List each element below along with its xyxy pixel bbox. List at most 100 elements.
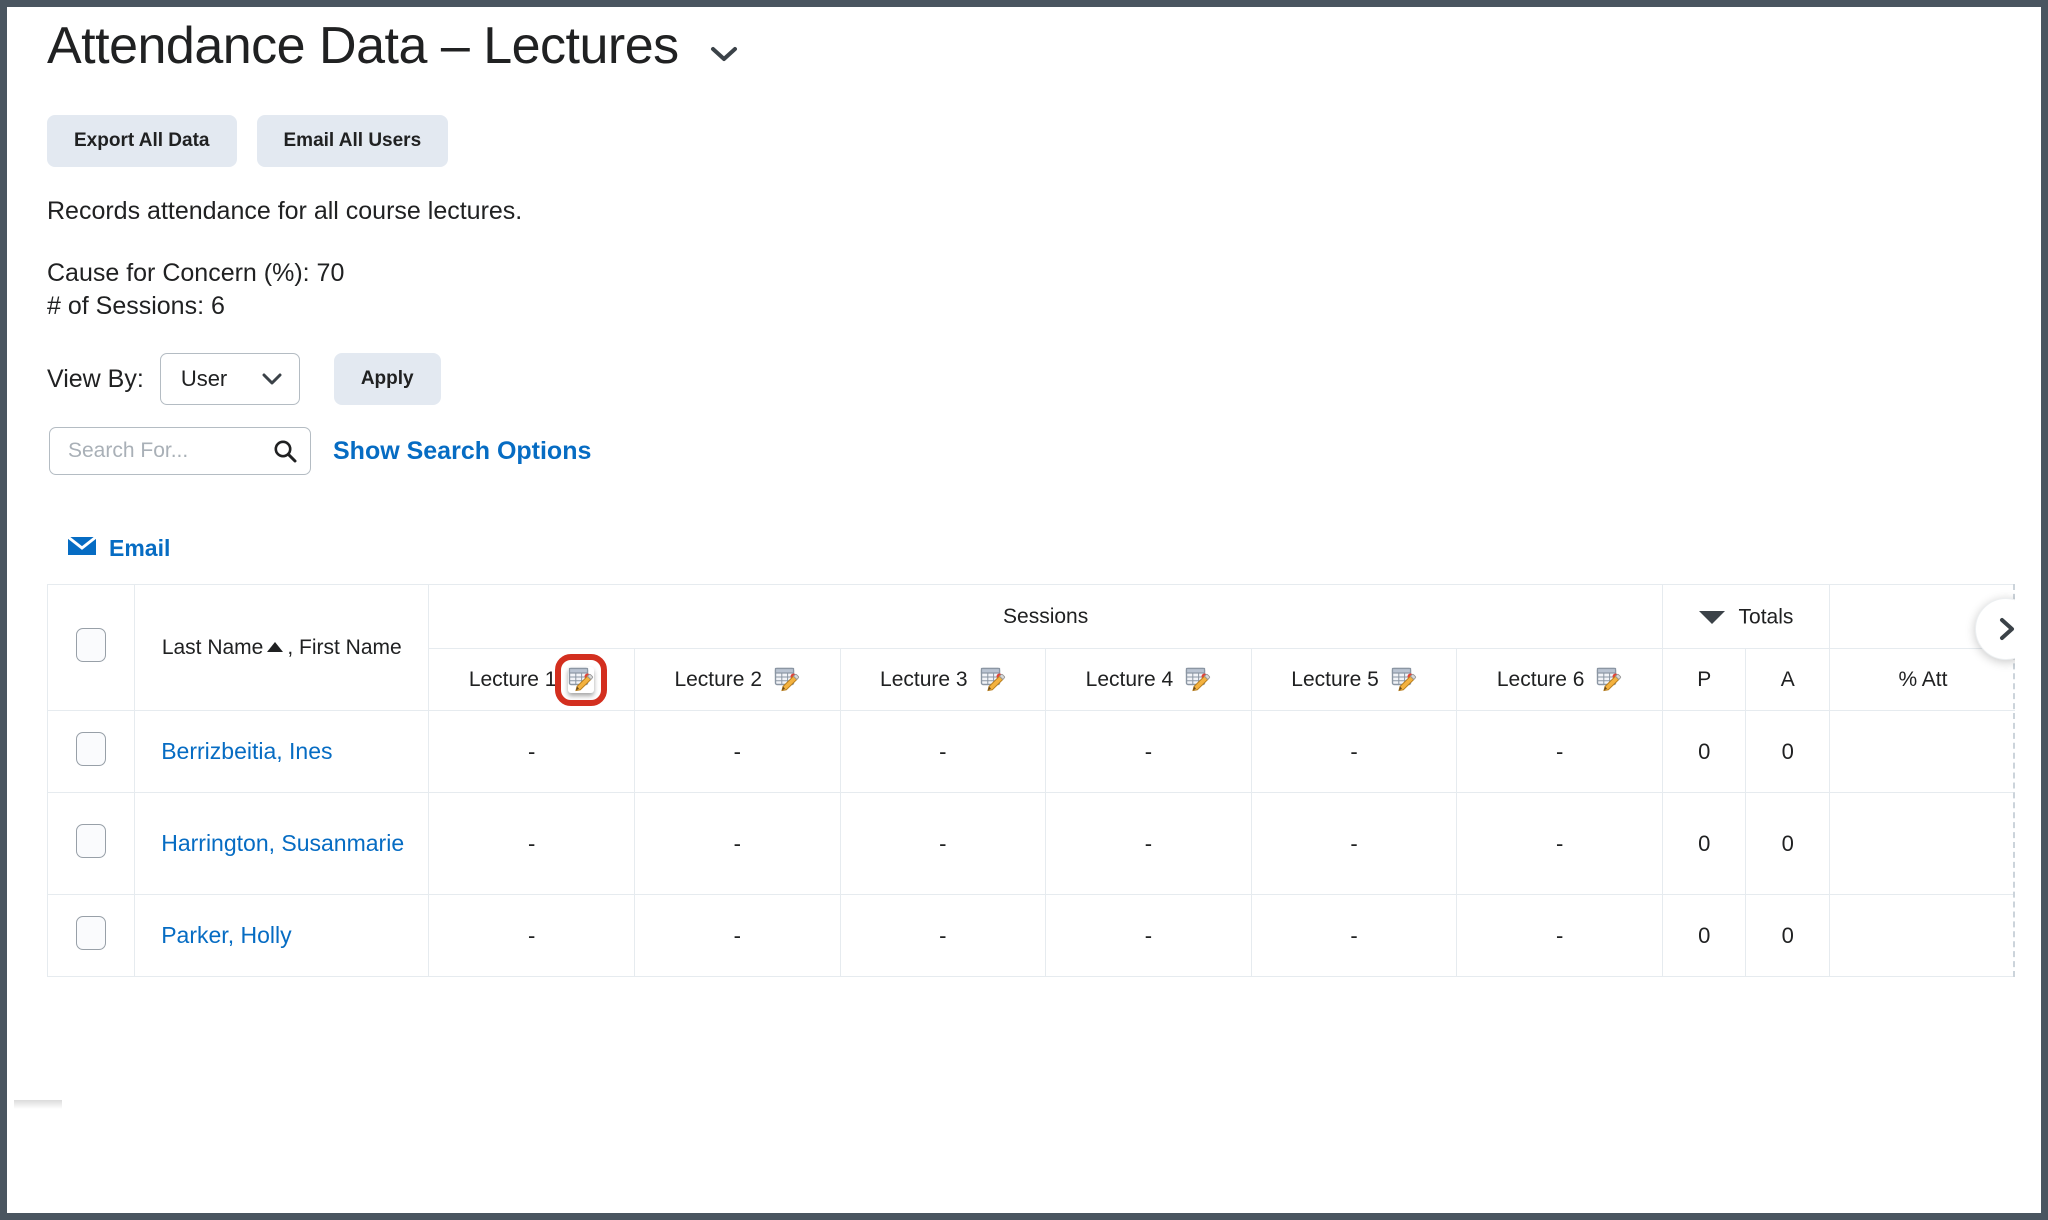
session-value-cell: - bbox=[1045, 894, 1252, 978]
total-a-cell: 0 bbox=[1745, 792, 1830, 896]
row-checkbox[interactable] bbox=[76, 823, 107, 858]
email-action-row: Email bbox=[7, 475, 2041, 562]
total-a-cell: 0 bbox=[1745, 710, 1830, 794]
session-column-header: Lecture 4 bbox=[1045, 648, 1252, 712]
session-header-inner: Lecture 4 bbox=[1086, 667, 1212, 693]
session-header-inner: Lecture 5 bbox=[1291, 667, 1417, 693]
attendance-percent-cell bbox=[1828, 710, 2015, 794]
triangle-down-icon[interactable] bbox=[1698, 610, 1725, 624]
session-value-cell: - bbox=[839, 792, 1047, 896]
table-row: Harrington, Susanmarie - - - - - -0 0 bbox=[47, 792, 2015, 896]
attendance-percent-cell bbox=[1828, 792, 2015, 896]
session-value-cell: - bbox=[428, 792, 635, 896]
session-header-inner: Lecture 6 bbox=[1497, 667, 1623, 693]
view-by-select[interactable]: User bbox=[159, 353, 300, 406]
row-select-cell bbox=[47, 894, 136, 978]
total-p-cell: 0 bbox=[1661, 710, 1747, 794]
view-by-selected-value: User bbox=[180, 366, 228, 392]
row-checkbox[interactable] bbox=[76, 915, 107, 950]
table-group-header-row: Last Name , First Name Sessions Totals bbox=[47, 584, 2015, 712]
chevron-down-icon[interactable] bbox=[707, 37, 741, 71]
session-value-cell: - bbox=[839, 710, 1047, 794]
sort-ascending-icon[interactable] bbox=[267, 642, 284, 653]
edit-session-icon[interactable] bbox=[774, 667, 800, 693]
totals-column-header: A bbox=[1745, 648, 1830, 712]
edit-session-icon[interactable] bbox=[555, 653, 608, 706]
session-value-cell: - bbox=[633, 894, 841, 978]
page-title: Attendance Data – Lectures bbox=[47, 17, 679, 75]
session-value-cell: - bbox=[1456, 894, 1663, 978]
session-column-header: Lecture 6 bbox=[1456, 648, 1663, 712]
session-value-cell: - bbox=[1250, 710, 1458, 794]
attendance-meta: Cause for Concern (%): 70 # of Sessions:… bbox=[7, 227, 2041, 323]
edit-session-icon[interactable] bbox=[1185, 667, 1211, 693]
edit-session-icon[interactable] bbox=[1596, 667, 1622, 693]
attendance-table: Last Name , First Name Sessions Totals Le… bbox=[47, 584, 2015, 978]
page-header: Attendance Data – Lectures bbox=[7, 7, 2041, 77]
user-name-link[interactable]: Parker, Holly bbox=[161, 922, 291, 948]
attendance-page: Attendance Data – Lectures Export All Da… bbox=[7, 7, 2041, 1213]
view-by-label: View By: bbox=[47, 364, 144, 393]
export-all-data-button[interactable]: Export All Data bbox=[47, 114, 237, 167]
row-checkbox[interactable] bbox=[76, 731, 107, 766]
show-search-options-link[interactable]: Show Search Options bbox=[333, 437, 591, 466]
envelope-icon bbox=[67, 535, 97, 562]
session-value-cell: - bbox=[1456, 710, 1663, 794]
action-toolbar: Export All Data Email All Users bbox=[7, 77, 2041, 167]
search-input[interactable] bbox=[50, 428, 310, 475]
user-name-link[interactable]: Berrizbeitia, Ines bbox=[161, 738, 332, 764]
session-value-cell: - bbox=[1456, 792, 1663, 896]
session-header-inner: Lecture 2 bbox=[674, 667, 800, 693]
session-value-cell: - bbox=[428, 894, 635, 978]
row-select-cell bbox=[47, 710, 136, 794]
session-value-cell: - bbox=[428, 710, 635, 794]
sessions-group-header: Sessions bbox=[428, 584, 1663, 650]
session-label: Lecture 1 bbox=[468, 667, 557, 691]
session-column-header: Lecture 3 bbox=[839, 648, 1047, 712]
attendance-table-scroll: Last Name , First Name Sessions Totals Le… bbox=[47, 584, 2015, 978]
total-p-cell: 0 bbox=[1661, 894, 1747, 978]
table-body: Berrizbeitia, Ines - - - - - -0 0 Harrington, Su… bbox=[47, 710, 2015, 978]
select-all-cell bbox=[47, 584, 136, 712]
attendance-percent-cell bbox=[1828, 894, 2015, 978]
row-select-cell bbox=[47, 792, 136, 896]
session-header-inner: Lecture 1 bbox=[468, 653, 608, 706]
session-column-header: Lecture 1 bbox=[428, 648, 635, 712]
session-value-cell: - bbox=[1250, 894, 1458, 978]
search-box bbox=[49, 427, 311, 476]
session-label: Lecture 6 bbox=[1496, 667, 1585, 691]
session-value-cell: - bbox=[1250, 792, 1458, 896]
session-value-cell: - bbox=[633, 792, 841, 896]
totals-label: Totals bbox=[1738, 605, 1794, 629]
attendance-percent-header: % Att bbox=[1828, 648, 2015, 712]
email-link[interactable]: Email bbox=[109, 535, 170, 562]
view-by-row: View By: User Apply bbox=[7, 323, 2041, 406]
search-row: Show Search Options bbox=[7, 405, 2041, 476]
browser-window-frame: Attendance Data – Lectures Export All Da… bbox=[0, 0, 2048, 1220]
session-value-cell: - bbox=[633, 710, 841, 794]
table-head: Last Name , First Name Sessions Totals Le… bbox=[47, 584, 2015, 712]
edit-session-icon[interactable] bbox=[1391, 667, 1417, 693]
name-header-first: , First Name bbox=[287, 635, 402, 659]
session-label: Lecture 2 bbox=[674, 667, 762, 691]
session-label: Lecture 3 bbox=[880, 667, 968, 691]
session-value-cell: - bbox=[1045, 710, 1252, 794]
num-sessions-text: # of Sessions: 6 bbox=[47, 292, 225, 321]
table-row: Berrizbeitia, Ines - - - - - -0 0 bbox=[47, 710, 2015, 794]
name-column-header[interactable]: Last Name , First Name bbox=[134, 584, 430, 712]
totals-column-header: P bbox=[1661, 648, 1747, 712]
page-description: Records attendance for all course lectur… bbox=[47, 196, 523, 225]
search-icon[interactable] bbox=[272, 438, 298, 464]
user-name-cell: Harrington, Susanmarie bbox=[134, 792, 430, 896]
total-p-cell: 0 bbox=[1661, 792, 1747, 896]
session-value-cell: - bbox=[839, 894, 1047, 978]
scroll-shadow bbox=[14, 1100, 62, 1109]
session-column-header: Lecture 5 bbox=[1250, 648, 1458, 712]
edit-session-icon[interactable] bbox=[980, 667, 1006, 693]
email-all-users-button[interactable]: Email All Users bbox=[256, 114, 449, 167]
select-all-checkbox[interactable] bbox=[76, 627, 107, 662]
total-a-cell: 0 bbox=[1745, 894, 1830, 978]
user-name-link[interactable]: Harrington, Susanmarie bbox=[161, 830, 404, 856]
apply-button[interactable]: Apply bbox=[333, 353, 441, 406]
session-label: Lecture 5 bbox=[1291, 667, 1379, 691]
